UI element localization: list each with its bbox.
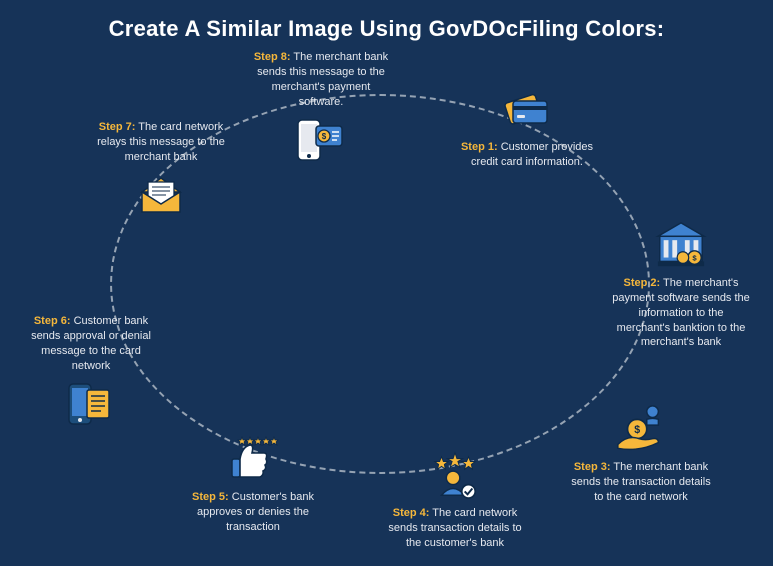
- step-7-label: Step 7: The card network relays this mes…: [91, 120, 231, 165]
- step-4-node: Step 4: The card network sends transacti…: [380, 448, 530, 551]
- step-2-tag: Step 2:: [623, 277, 660, 289]
- step-7-node: Step 7: The card network relays this mes…: [86, 120, 236, 223]
- step-5-label: Step 5: Customer's bank approves or deni…: [183, 490, 323, 535]
- step-6-node: Step 6: Customer bank sends approval or …: [16, 314, 166, 431]
- step-2-label: Step 2: The merchant's payment software …: [611, 276, 751, 350]
- step-8-node: Step 8: The merchant bank sends this mes…: [246, 50, 396, 167]
- svg-text:$: $: [322, 132, 327, 141]
- step-2-node: $ Step 2: The merchant's payment softwar…: [606, 218, 756, 350]
- step-4-label: Step 4: The card network sends transacti…: [385, 506, 525, 551]
- step-8-label: Step 8: The merchant bank sends this mes…: [251, 50, 391, 109]
- phone-chat-money-icon: $: [294, 113, 348, 167]
- step-6-tag: Step 6:: [34, 315, 71, 327]
- step-3-node: $ Step 3: The merchant bank sends the tr…: [566, 402, 716, 505]
- thumbs-up-stars-icon: [226, 432, 280, 486]
- step-7-tag: Step 7:: [99, 121, 136, 133]
- phone-document-icon: [64, 377, 118, 431]
- step-3-tag: Step 3:: [574, 461, 611, 473]
- svg-text:$: $: [634, 424, 640, 436]
- step-8-tag: Step 8:: [254, 51, 291, 63]
- step-4-tag: Step 4:: [393, 507, 430, 519]
- step-3-label: Step 3: The merchant bank sends the tran…: [571, 460, 711, 505]
- page-title: Create A Similar Image Using GovDOcFilin…: [0, 16, 773, 42]
- credit-cards-icon: [500, 82, 554, 136]
- step-5-tag: Step 5:: [192, 491, 229, 503]
- hand-coin-icon: $: [614, 402, 668, 456]
- envelope-letter-icon: [134, 169, 188, 223]
- step-6-label: Step 6: Customer bank sends approval or …: [21, 314, 161, 373]
- step-1-label: Step 1: Customer provides credit card in…: [457, 140, 597, 170]
- svg-text:$: $: [692, 253, 697, 262]
- bank-building-icon: $: [654, 218, 708, 272]
- step-1-tag: Step 1:: [461, 141, 498, 153]
- step-5-node: Step 5: Customer's bank approves or deni…: [178, 432, 328, 535]
- step-1-node: Step 1: Customer provides credit card in…: [452, 82, 602, 170]
- customer-stars-icon: [428, 448, 482, 502]
